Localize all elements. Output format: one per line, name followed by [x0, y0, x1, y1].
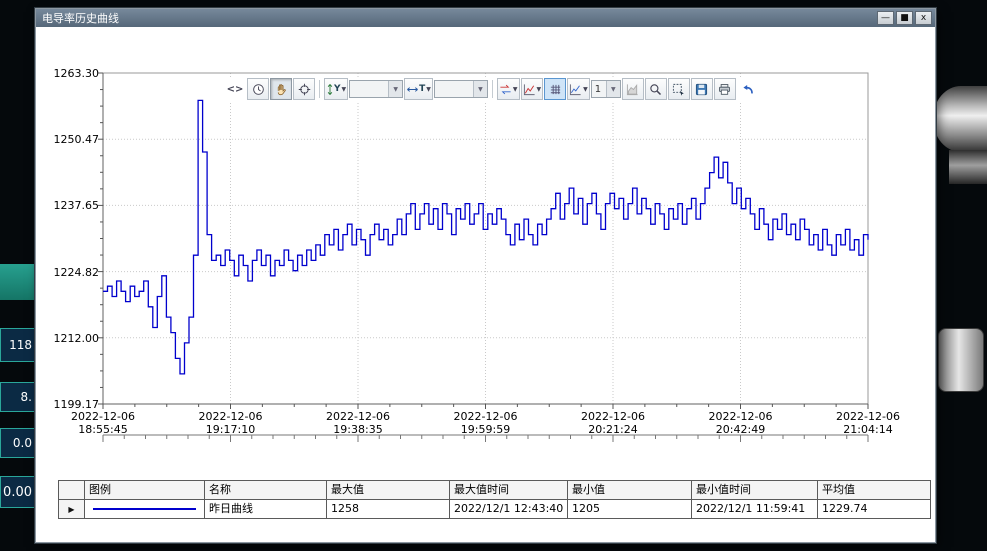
window-title: 电导率历史曲线 [42, 10, 875, 26]
table-header-row: 图例名称最大值最大值时间最小值最小值时间平均值 [59, 481, 931, 500]
x-axis-label: 2022-12-0619:59:59 [440, 410, 532, 436]
x-axis-label: 2022-12-0619:17:10 [185, 410, 277, 436]
hand-icon [275, 83, 288, 96]
table-header-cell[interactable]: 图例 [85, 481, 205, 500]
selection-rect-icon [672, 83, 685, 96]
x-axis-label: 2022-12-0618:55:45 [57, 410, 149, 436]
toolbar-separator [492, 80, 493, 98]
hmi-readout-3: 0.0 [0, 428, 36, 458]
crosshair-icon [298, 83, 311, 96]
table-cell[interactable]: 昨日曲线 [205, 500, 327, 519]
zoom-button[interactable] [645, 78, 667, 100]
crosshair-tool-button[interactable] [293, 78, 315, 100]
tank-graphic [938, 328, 984, 392]
table-row[interactable]: ▶ 昨日曲线12582022/12/1 12:43:4012052022/12/1… [59, 500, 931, 519]
series-line [103, 100, 868, 374]
pan-tool-button[interactable] [270, 78, 292, 100]
pipe-graphic [949, 150, 987, 184]
chevron-down-icon: ▼ [583, 86, 588, 93]
table-cell[interactable]: 1229.74 [818, 500, 931, 519]
vertical-axis-icon [326, 83, 334, 96]
hmi-readout-4: 0.00 [0, 476, 36, 508]
close-button[interactable]: x [915, 11, 932, 25]
pointer-tool-button[interactable]: <> [224, 78, 246, 100]
undo-arrow-icon [741, 83, 754, 96]
history-chart[interactable] [36, 27, 935, 542]
table-cell[interactable]: 2022/12/1 11:59:41 [692, 500, 818, 519]
table-header-cell[interactable]: 最大值时间 [450, 481, 568, 500]
minimize-icon: — [881, 13, 890, 23]
undo-button[interactable] [737, 78, 759, 100]
chevron-down-icon: ▼ [388, 81, 402, 97]
time-axis-combo[interactable]: ▼ [434, 80, 488, 98]
grid-icon [549, 83, 562, 96]
legend-cell[interactable] [85, 500, 205, 519]
chevron-down-icon: ▼ [342, 86, 347, 93]
chevron-down-icon: ▼ [537, 86, 542, 93]
table-cell[interactable]: 1258 [327, 500, 450, 519]
pipe-graphic [933, 86, 987, 152]
scada-desktop: 118 8. 0.0 0.00 电导率历史曲线 — ■ x 1263.30 125… [0, 0, 987, 551]
chevron-down-icon: ▼ [473, 81, 487, 97]
print-button[interactable] [714, 78, 736, 100]
compare-arrows-icon [499, 83, 512, 96]
table-header-cell[interactable]: 最大值 [327, 481, 450, 500]
chart-toolbar: <> Y ▼ ▼ T [222, 77, 761, 101]
table-header-cell[interactable]: 最小值 [568, 481, 692, 500]
legend-line [93, 508, 196, 510]
y-axis-scale-button[interactable]: Y ▼ [324, 78, 348, 100]
table-corner-cell[interactable] [59, 481, 85, 500]
row-selector-cell[interactable]: ▶ [59, 500, 85, 519]
printer-icon [718, 83, 731, 96]
y-axis-label: 1237.65 [41, 199, 99, 212]
multi-curve-icon [569, 83, 582, 96]
hmi-readout-1: 118 [0, 328, 36, 362]
save-icon [695, 83, 708, 96]
window-body: 1263.301250.471237.651224.821212.001199.… [36, 27, 935, 542]
clock-icon [252, 83, 265, 96]
curve-style-button[interactable]: ▼ [521, 78, 544, 100]
time-cursor-button[interactable] [247, 78, 269, 100]
table-cell[interactable]: 1205 [568, 500, 692, 519]
curve-count-button[interactable]: ▼ [567, 78, 590, 100]
y-axis-label: 1250.47 [41, 133, 99, 146]
y-axis-label: 1224.82 [41, 266, 99, 279]
area-style-button[interactable] [622, 78, 644, 100]
magnifier-icon [649, 83, 662, 96]
hmi-teal-panel [0, 264, 36, 300]
chevron-down-icon: ▼ [513, 86, 518, 93]
grid-toggle-button[interactable] [544, 78, 566, 100]
toolbar-separator [319, 80, 320, 98]
table-header-cell[interactable]: 名称 [205, 481, 327, 500]
minimize-button[interactable]: — [877, 11, 894, 25]
x-axis-label: 2022-12-0620:21:24 [567, 410, 659, 436]
statistics-table: 图例名称最大值最大值时间最小值最小值时间平均值▶昨日曲线12582022/12/… [58, 480, 931, 519]
horizontal-axis-icon [406, 85, 419, 94]
area-chart-icon [626, 83, 639, 96]
y-axis-combo[interactable]: ▼ [349, 80, 403, 98]
line-chart-icon [523, 83, 536, 96]
table-header-cell[interactable]: 平均值 [818, 481, 931, 500]
table-cell[interactable]: 2022/12/1 12:43:40 [450, 500, 568, 519]
curve-count-combo[interactable]: 1▼ [591, 80, 621, 98]
y-axis-label: 1212.00 [41, 332, 99, 345]
maximize-button[interactable]: ■ [896, 11, 913, 25]
region-select-button[interactable] [668, 78, 690, 100]
hmi-readout-2: 8. [0, 382, 36, 412]
window-titlebar[interactable]: 电导率历史曲线 — ■ x [36, 9, 935, 27]
y-axis-label: 1263.30 [41, 67, 99, 80]
curve-compare-button[interactable]: ▼ [497, 78, 520, 100]
chevron-down-icon: ▼ [606, 81, 620, 97]
time-axis-scale-button[interactable]: T ▼ [404, 78, 433, 100]
export-button[interactable] [691, 78, 713, 100]
x-axis-label: 2022-12-0619:38:35 [312, 410, 404, 436]
maximize-icon: ■ [900, 13, 909, 23]
chevron-down-icon: ▼ [426, 86, 431, 93]
x-axis-label: 2022-12-0620:42:49 [695, 410, 787, 436]
x-axis-label: 2022-12-0621:04:14 [822, 410, 914, 436]
history-curve-window: 电导率历史曲线 — ■ x 1263.30 1250.47 1237.65 1224.… [35, 8, 936, 543]
table-header-cell[interactable]: 最小值时间 [692, 481, 818, 500]
close-icon: x [921, 13, 926, 23]
